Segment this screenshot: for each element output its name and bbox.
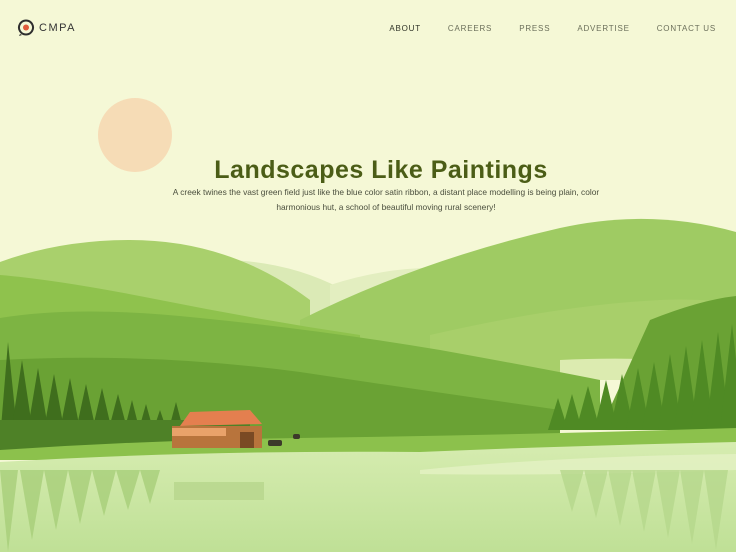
nav-item-advertise[interactable]: ADVERTISE [577, 24, 629, 33]
hero-subtitle: A creek twines the vast green field just… [172, 187, 600, 212]
brand-name: CMPA [39, 22, 76, 34]
site-header: CMPA ABOUT CAREERS PRESS ADVERTISE CONTA… [0, 0, 736, 56]
nav-item-press[interactable]: PRESS [519, 24, 550, 33]
nav-item-about[interactable]: ABOUT [389, 24, 421, 33]
hero-title: Landscapes Like Paintings [214, 155, 548, 184]
landscape-illustration [0, 218, 736, 552]
hut-reflection [174, 482, 264, 500]
brand-logo[interactable]: CMPA [17, 19, 76, 37]
nav-item-contact-us[interactable]: CONTACT US [657, 24, 716, 33]
nav-item-careers[interactable]: CAREERS [448, 24, 492, 33]
main-nav: ABOUT CAREERS PRESS ADVERTISE CONTACT US [389, 24, 716, 33]
logo-icon [18, 19, 34, 36]
